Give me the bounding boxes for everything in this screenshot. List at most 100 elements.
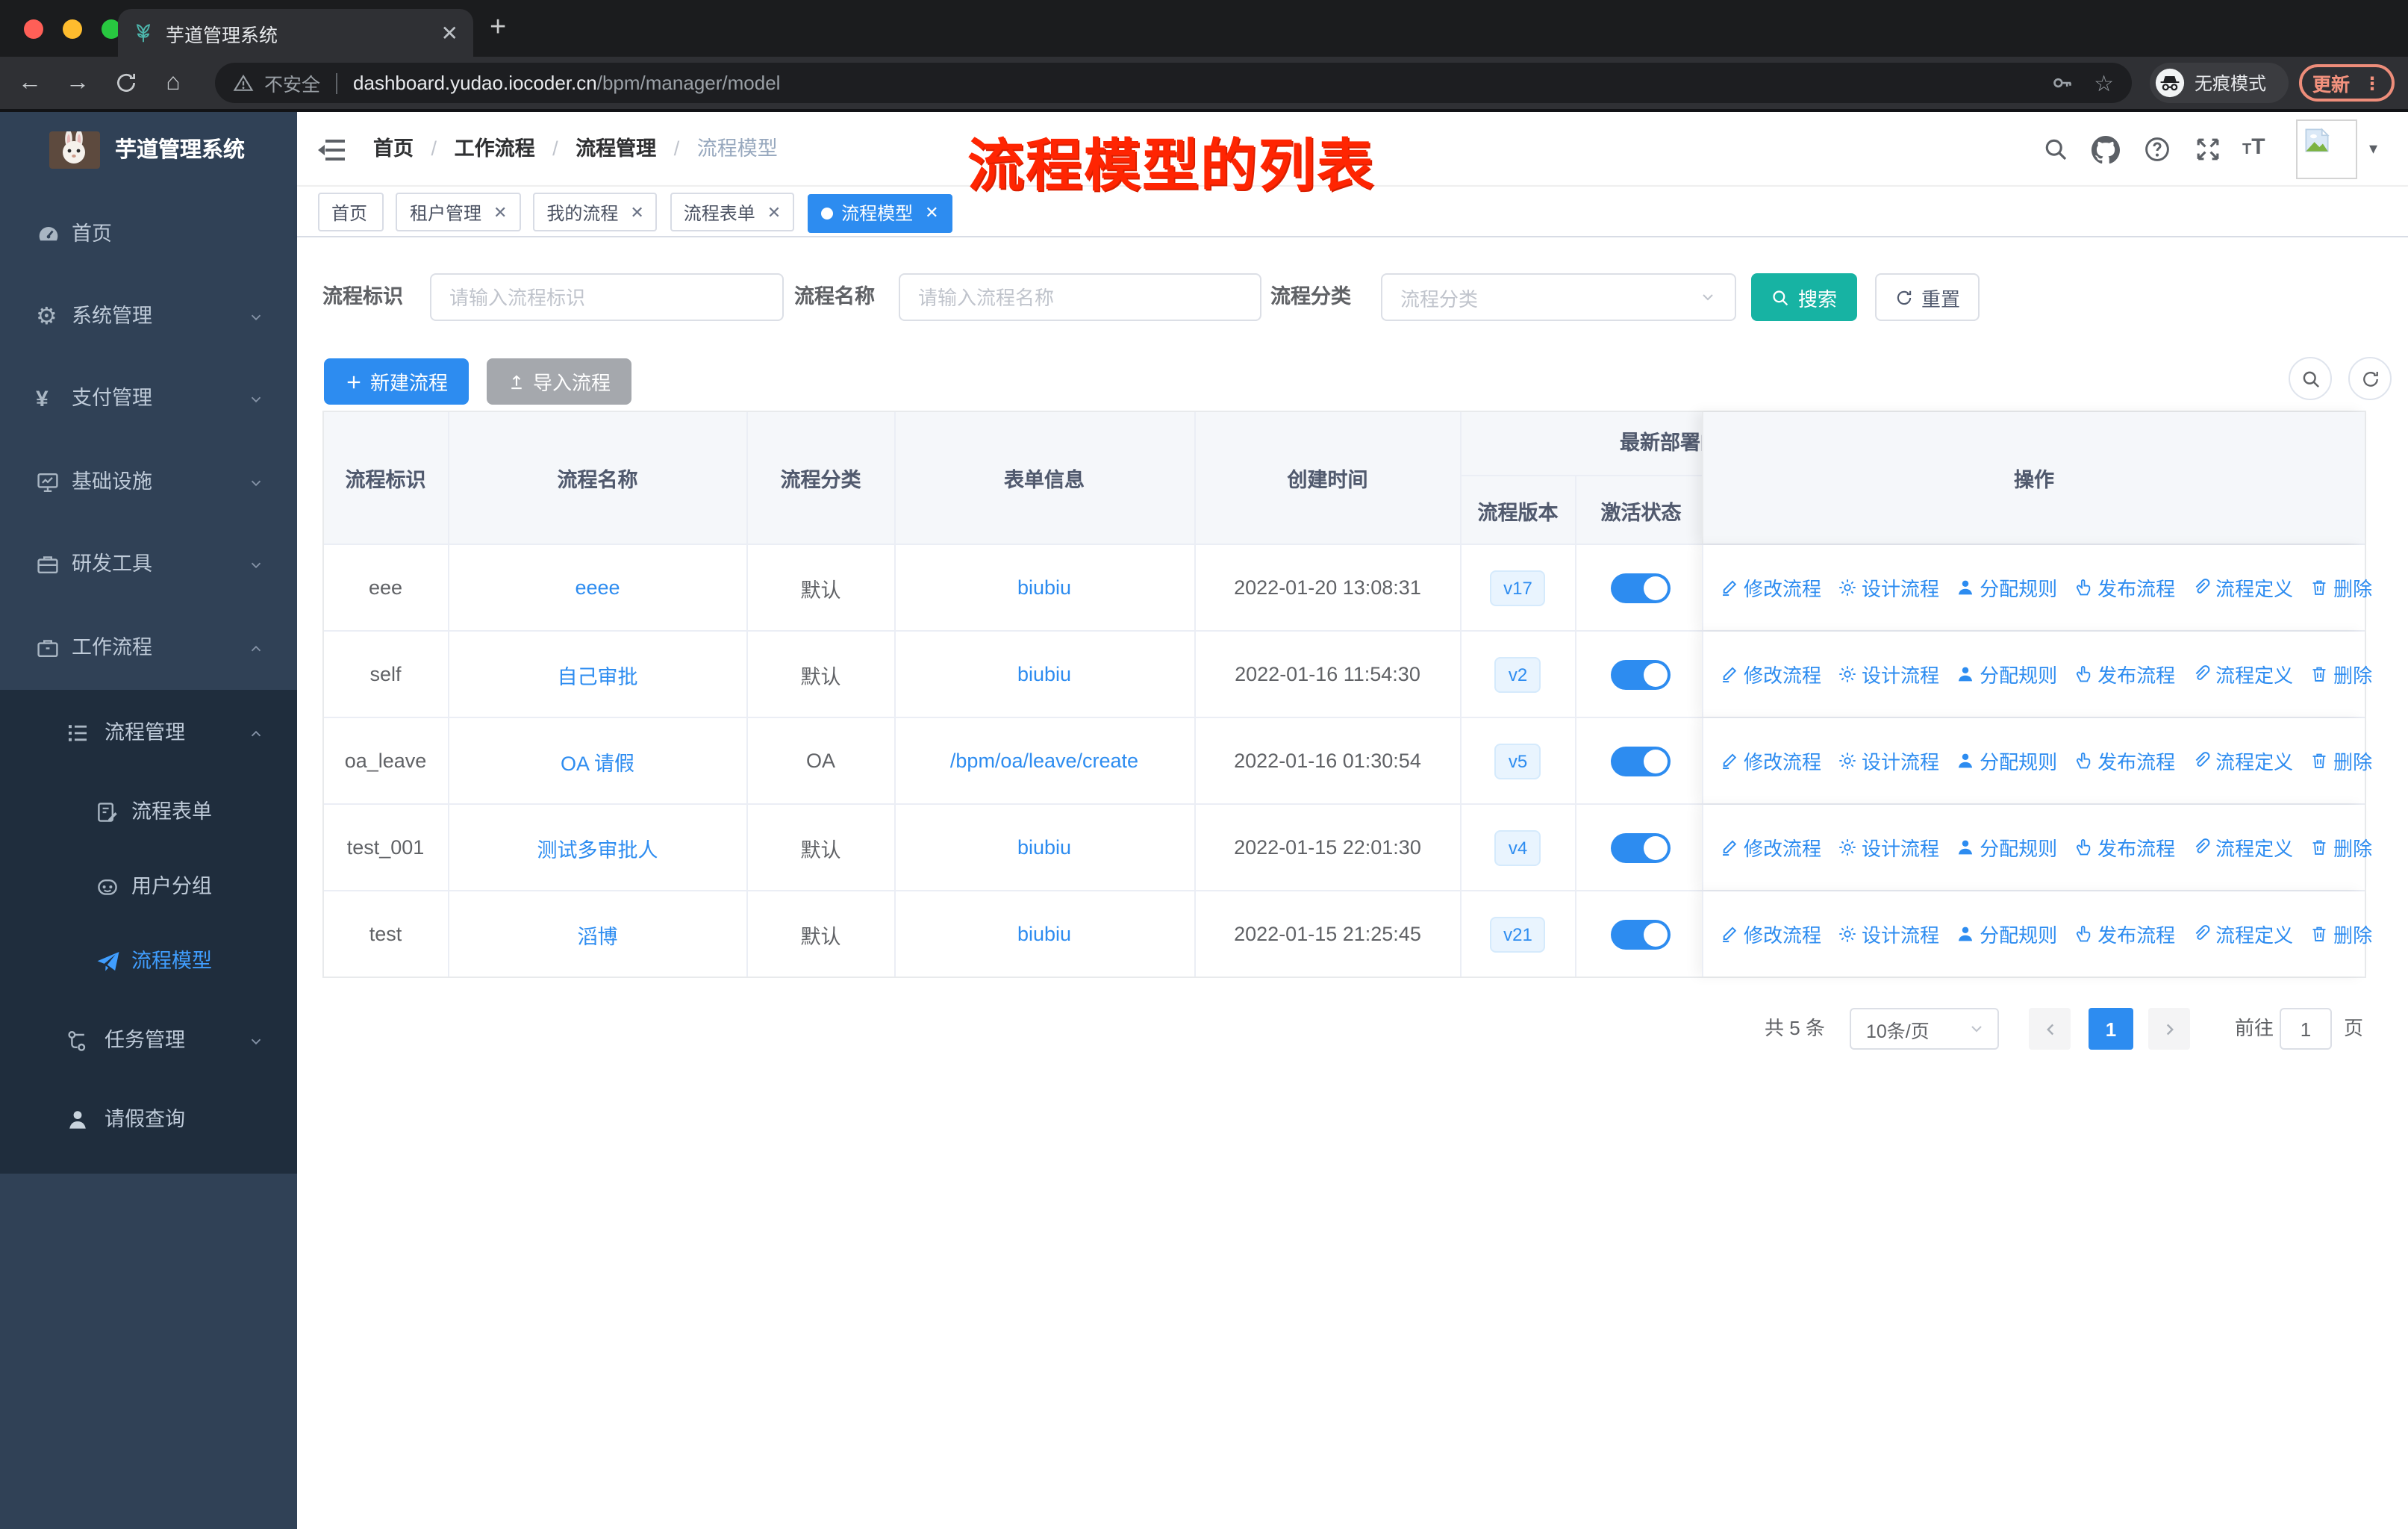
- password-key-icon[interactable]: [2050, 72, 2073, 94]
- process-name-link[interactable]: 测试多审批人: [537, 832, 658, 862]
- version-badge[interactable]: v17: [1490, 570, 1546, 605]
- sidebar-item-process-model[interactable]: 流程模型: [0, 924, 297, 999]
- op-design[interactable]: 设计流程: [1838, 573, 1939, 602]
- breadcrumb-process-mgmt[interactable]: 流程管理: [576, 137, 656, 160]
- window-close-button[interactable]: [24, 19, 43, 39]
- op-edit[interactable]: 修改流程: [1720, 747, 1821, 775]
- form-link[interactable]: biubiu: [1017, 836, 1071, 859]
- next-page-button[interactable]: [2148, 1008, 2190, 1050]
- form-link[interactable]: biubiu: [1017, 576, 1071, 599]
- forward-icon[interactable]: →: [60, 57, 96, 109]
- op-definition[interactable]: 流程定义: [2192, 747, 2293, 775]
- bookmark-star-icon[interactable]: ☆: [2094, 69, 2114, 96]
- avatar-caret-icon[interactable]: ▾: [2369, 112, 2377, 187]
- op-definition[interactable]: 流程定义: [2192, 573, 2293, 602]
- browser-tab[interactable]: 芋道管理系统 ✕: [118, 9, 473, 57]
- tag-close-icon[interactable]: ✕: [767, 202, 781, 222]
- filter-key-input[interactable]: [430, 273, 784, 321]
- active-toggle[interactable]: [1611, 746, 1671, 776]
- tag-tenant[interactable]: 租户管理 ✕: [396, 193, 521, 231]
- op-definition[interactable]: 流程定义: [2192, 920, 2293, 948]
- active-toggle[interactable]: [1611, 919, 1671, 949]
- logo-row[interactable]: 芋道管理系统: [0, 112, 297, 194]
- op-delete[interactable]: 删除: [2309, 573, 2372, 602]
- active-toggle[interactable]: [1611, 573, 1671, 602]
- tag-close-icon[interactable]: ✕: [925, 203, 938, 222]
- version-badge[interactable]: v2: [1494, 656, 1541, 692]
- op-delete[interactable]: 删除: [2309, 833, 2372, 862]
- op-delete[interactable]: 删除: [2309, 660, 2372, 688]
- fullscreen-icon[interactable]: [2195, 136, 2223, 164]
- sidebar-item-leave-query[interactable]: 请假查询: [0, 1083, 297, 1157]
- op-design[interactable]: 设计流程: [1838, 833, 1939, 862]
- reload-icon[interactable]: [107, 70, 143, 96]
- op-design[interactable]: 设计流程: [1838, 660, 1939, 688]
- browser-update-button[interactable]: 更新 ⋮: [2299, 64, 2395, 102]
- sidebar-item-home[interactable]: 首页: [0, 197, 297, 272]
- op-definition[interactable]: 流程定义: [2192, 833, 2293, 862]
- op-definition[interactable]: 流程定义: [2192, 660, 2293, 688]
- op-design[interactable]: 设计流程: [1838, 747, 1939, 775]
- op-delete[interactable]: 删除: [2309, 747, 2372, 775]
- sidebar-item-workflow[interactable]: 工作流程: [0, 611, 297, 685]
- op-assign-rule[interactable]: 分配规则: [1956, 920, 2057, 948]
- font-size-icon[interactable]: TT: [2242, 134, 2265, 161]
- op-assign-rule[interactable]: 分配规则: [1956, 747, 2057, 775]
- prev-page-button[interactable]: [2029, 1008, 2071, 1050]
- tag-close-icon[interactable]: ✕: [493, 202, 507, 222]
- op-publish[interactable]: 发布流程: [2074, 833, 2175, 862]
- op-publish[interactable]: 发布流程: [2074, 920, 2175, 948]
- version-badge[interactable]: v5: [1494, 743, 1541, 779]
- filter-name-input[interactable]: [899, 273, 1261, 321]
- active-toggle[interactable]: [1611, 659, 1671, 689]
- op-publish[interactable]: 发布流程: [2074, 573, 2175, 602]
- version-badge[interactable]: v4: [1494, 829, 1541, 865]
- help-icon[interactable]: [2144, 136, 2172, 164]
- reset-button[interactable]: 重置: [1875, 273, 1980, 321]
- sidebar-item-task-mgmt[interactable]: 任务管理: [0, 1003, 297, 1078]
- sidebar-item-infra[interactable]: 基础设施: [0, 445, 297, 520]
- sidebar-item-process-form[interactable]: 流程表单: [0, 775, 297, 850]
- tab-close-icon[interactable]: ✕: [441, 22, 458, 43]
- op-publish[interactable]: 发布流程: [2074, 660, 2175, 688]
- process-name-link[interactable]: OA 请假: [561, 746, 634, 776]
- form-link[interactable]: biubiu: [1017, 663, 1071, 685]
- sidebar-collapse-icon[interactable]: [318, 139, 345, 161]
- op-design[interactable]: 设计流程: [1838, 920, 1939, 948]
- process-name-link[interactable]: 自己审批: [558, 659, 638, 689]
- address-bar[interactable]: 不安全 dashboard.yudao.iocoder.cn/bpm/manag…: [215, 63, 2132, 103]
- active-toggle[interactable]: [1611, 832, 1671, 862]
- process-name-link[interactable]: eeee: [575, 576, 620, 599]
- search-button[interactable]: 搜索: [1751, 273, 1857, 321]
- op-publish[interactable]: 发布流程: [2074, 747, 2175, 775]
- tag-process-model[interactable]: 流程模型 ✕: [807, 193, 952, 232]
- process-name-link[interactable]: 滔博: [578, 919, 618, 949]
- goto-page-input[interactable]: [2280, 1008, 2332, 1050]
- op-delete[interactable]: 删除: [2309, 920, 2372, 948]
- sidebar-item-payment[interactable]: ¥ 支付管理: [0, 361, 297, 436]
- op-edit[interactable]: 修改流程: [1720, 833, 1821, 862]
- create-process-button[interactable]: 新建流程: [324, 358, 469, 405]
- window-minimize-button[interactable]: [63, 19, 82, 39]
- breadcrumb-workflow[interactable]: 工作流程: [455, 137, 535, 160]
- op-assign-rule[interactable]: 分配规则: [1956, 573, 2057, 602]
- op-assign-rule[interactable]: 分配规则: [1956, 660, 2057, 688]
- filter-category-select[interactable]: 流程分类: [1381, 273, 1736, 321]
- table-search-toggle-button[interactable]: [2289, 357, 2332, 400]
- op-edit[interactable]: 修改流程: [1720, 573, 1821, 602]
- sidebar-item-process-mgmt[interactable]: 流程管理: [0, 696, 297, 770]
- form-link[interactable]: /bpm/oa/leave/create: [950, 750, 1138, 772]
- current-page-button[interactable]: 1: [2089, 1008, 2133, 1050]
- form-link[interactable]: biubiu: [1017, 923, 1071, 945]
- version-badge[interactable]: v21: [1490, 916, 1546, 952]
- op-assign-rule[interactable]: 分配规则: [1956, 833, 2057, 862]
- op-edit[interactable]: 修改流程: [1720, 660, 1821, 688]
- back-icon[interactable]: ←: [12, 57, 48, 109]
- tag-close-icon[interactable]: ✕: [630, 202, 643, 222]
- page-size-select[interactable]: 10条/页: [1850, 1008, 1999, 1050]
- sidebar-item-system[interactable]: ⚙ 系统管理: [0, 279, 297, 354]
- breadcrumb-home[interactable]: 首页: [373, 137, 414, 160]
- import-process-button[interactable]: 导入流程: [487, 358, 631, 405]
- tag-my-process[interactable]: 我的流程 ✕: [533, 193, 658, 231]
- sidebar-item-devtools[interactable]: 研发工具: [0, 527, 297, 602]
